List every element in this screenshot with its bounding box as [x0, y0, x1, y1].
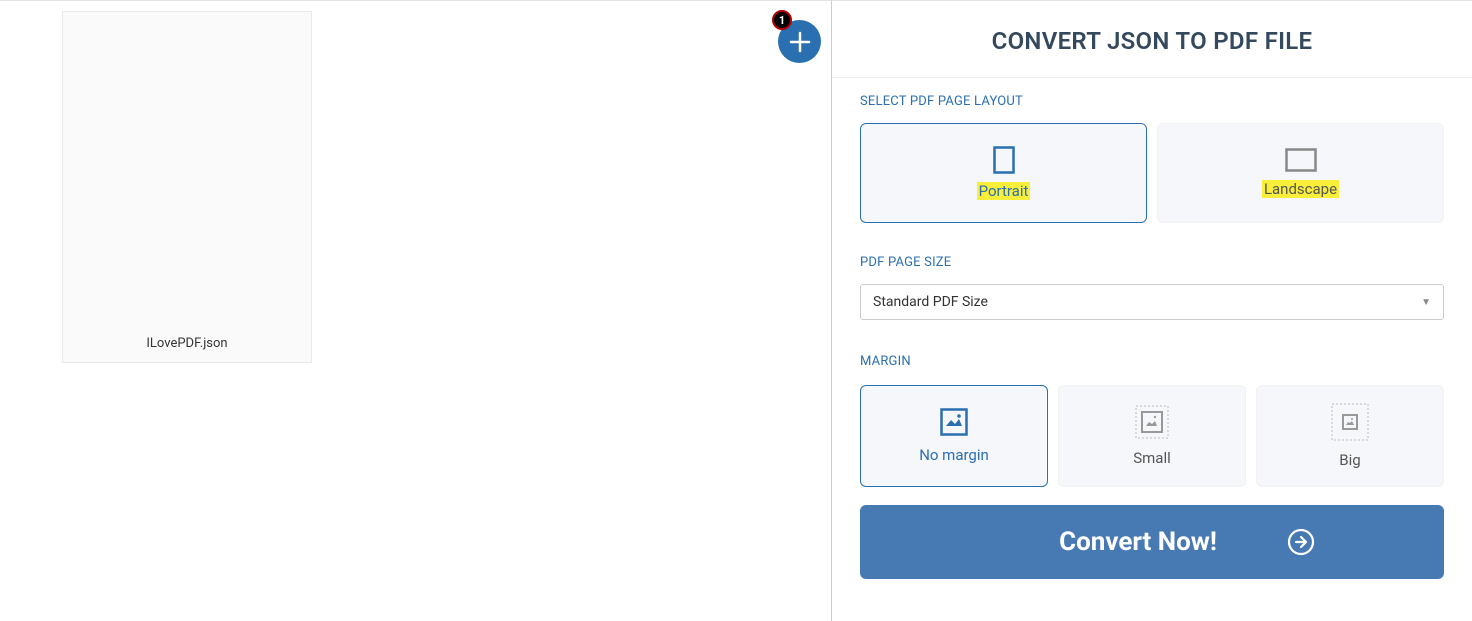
landscape-icon: [1285, 148, 1317, 172]
margin-option-small[interactable]: Small: [1058, 385, 1246, 487]
file-count-badge: 1: [772, 10, 792, 30]
margin-option-label: No margin: [919, 446, 989, 464]
margin-option-label: Big: [1339, 451, 1360, 469]
margin-option-label: Small: [1133, 449, 1171, 467]
layout-option-portrait[interactable]: Portrait: [860, 123, 1147, 223]
margin-section-label: MARGIN: [860, 354, 1444, 369]
file-drop-area: ILovePDF.json 1: [0, 0, 832, 621]
layout-options: Portrait Landscape: [860, 123, 1444, 223]
small-margin-icon: [1135, 405, 1169, 439]
plus-icon: [789, 31, 811, 53]
no-margin-icon: [940, 408, 968, 436]
pagesize-section-label: PDF PAGE SIZE: [860, 255, 1444, 270]
settings-panel: CONVERT JSON TO PDF FILE SELECT PDF PAGE…: [832, 0, 1472, 621]
layout-option-landscape[interactable]: Landscape: [1157, 123, 1444, 223]
pagesize-select[interactable]: Standard PDF Size ▼: [860, 284, 1444, 320]
portrait-icon: [993, 146, 1015, 174]
margin-options: No margin Small: [860, 385, 1444, 487]
convert-button[interactable]: Convert Now!: [860, 505, 1444, 579]
layout-section-label: SELECT PDF PAGE LAYOUT: [860, 94, 1444, 109]
big-margin-icon: [1331, 403, 1369, 441]
panel-title: CONVERT JSON TO PDF FILE: [832, 1, 1472, 77]
layout-option-label: Landscape: [1262, 180, 1339, 198]
file-name: ILovePDF.json: [138, 322, 235, 362]
convert-button-label: Convert Now!: [1059, 527, 1217, 557]
add-file-button[interactable]: 1: [778, 20, 821, 63]
layout-option-label: Portrait: [977, 182, 1031, 200]
chevron-down-icon: ▼: [1421, 297, 1431, 308]
margin-option-big[interactable]: Big: [1256, 385, 1444, 487]
file-tile[interactable]: ILovePDF.json: [62, 11, 312, 363]
arrow-right-circle-icon: [1287, 528, 1315, 556]
pagesize-selected-value: Standard PDF Size: [873, 294, 988, 310]
file-preview: [63, 12, 311, 322]
margin-option-none[interactable]: No margin: [860, 385, 1048, 487]
